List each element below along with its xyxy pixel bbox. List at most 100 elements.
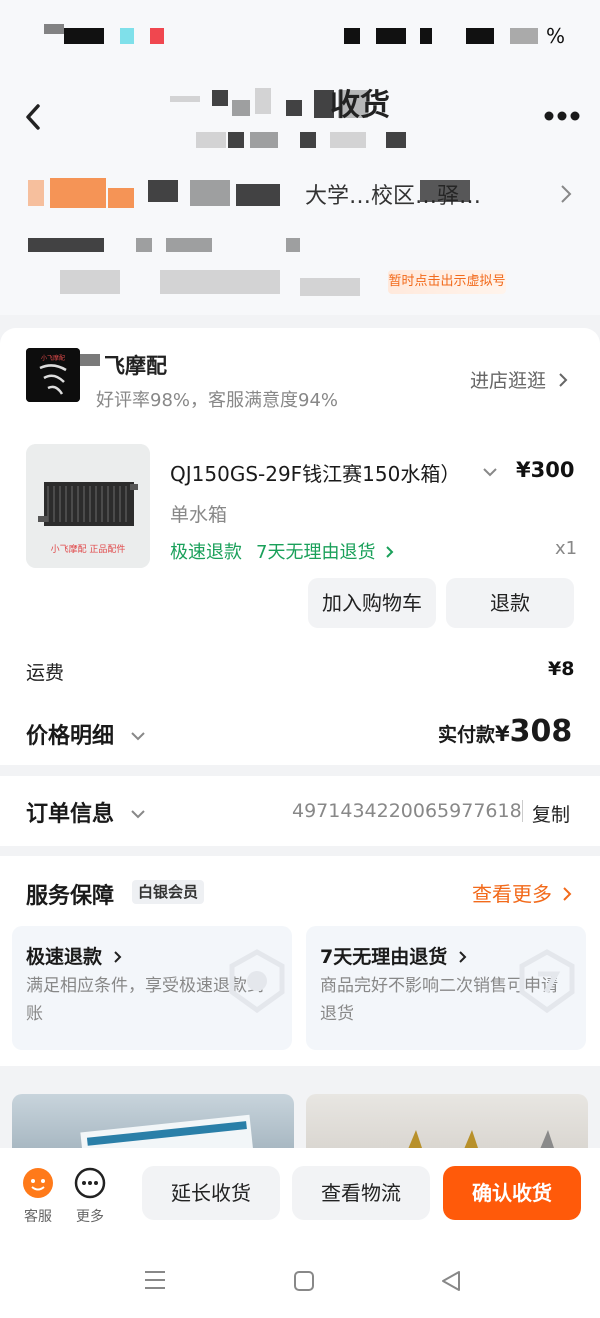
contact-redacted: [160, 270, 280, 294]
service-item-title-text: 极速退款: [26, 946, 103, 968]
member-badge: 白银会员: [132, 880, 205, 904]
address-redacted: [148, 180, 178, 202]
contact-redacted: [60, 270, 120, 294]
product-image-caption: 小飞摩配 正品配件: [51, 543, 126, 555]
status-bar: %: [0, 0, 600, 70]
seven-day-return-tag[interactable]: 7天无理由退货: [256, 538, 394, 564]
view-logistics-button[interactable]: 查看物流: [292, 1166, 430, 1220]
back-arrow-icon[interactable]: [20, 100, 48, 134]
divider: [522, 800, 523, 822]
paid-value: 308: [509, 714, 573, 749]
title-redacted: [255, 88, 271, 114]
customer-service-button[interactable]: 客服: [13, 1166, 63, 1226]
confirm-receipt-button[interactable]: 确认收货: [443, 1166, 581, 1220]
paid-currency: ¥: [495, 722, 510, 746]
seven-day-return-label: 7天无理由退货: [256, 542, 376, 563]
chevron-right-icon[interactable]: [560, 184, 572, 204]
title-redacted: [232, 100, 250, 116]
price-detail-toggle[interactable]: 价格明细: [26, 718, 146, 750]
shop-name[interactable]: 飞摩配: [104, 350, 167, 380]
order-info-label: 订单信息: [26, 802, 115, 827]
address-redacted: [28, 180, 44, 206]
subtitle-redacted: [228, 132, 244, 148]
subtitle-redacted: [250, 132, 278, 148]
product-title[interactable]: QJ150GS-29F钱江赛150水箱）: [170, 458, 480, 487]
product-price: ¥300: [516, 458, 575, 482]
bottom-action-bar: 客服 更多 延长收货 查看物流 确认收货: [0, 1148, 600, 1240]
status-redacted: [344, 28, 360, 44]
product-quantity: x1: [555, 538, 578, 559]
fast-refund-tag: 极速退款: [170, 542, 242, 563]
chevron-right-icon: [386, 546, 394, 558]
service-item-title-text: 7天无理由退货: [320, 946, 448, 968]
status-redacted: [466, 28, 494, 44]
contact-redacted: [300, 278, 360, 296]
status-redacted: [420, 28, 432, 44]
enter-shop-label: 进店逛逛: [470, 370, 547, 392]
radiator-image: 小飞摩配 正品配件: [26, 444, 150, 568]
refund-button[interactable]: 退款: [446, 578, 574, 628]
shop-name-redacted: [80, 354, 100, 366]
customer-service-icon: [23, 1168, 53, 1198]
address-redacted: [190, 180, 230, 206]
service-seven-day-return[interactable]: 7天无理由退货 商品完好不影响二次销售可申请退货: [306, 926, 586, 1050]
status-redacted: [44, 24, 64, 34]
contact-redacted: [136, 238, 152, 252]
title-redacted: [170, 96, 200, 102]
contact-redacted: [28, 238, 104, 252]
header: 收货 大学…校区…驿… 暂时点击出示虚拟号: [0, 70, 600, 315]
service-fast-refund[interactable]: 极速退款 满足相应条件，享受极速退款到账: [12, 926, 292, 1050]
customer-service-label: 客服: [24, 1209, 52, 1225]
see-more-link[interactable]: 查看更多: [472, 878, 572, 907]
shipping-label: 运费: [26, 662, 65, 684]
shipping-value: ¥8: [548, 658, 575, 680]
chevron-down-icon: [130, 732, 145, 741]
more-options-icon[interactable]: [542, 104, 582, 128]
product-image[interactable]: 小飞摩配 正品配件: [26, 444, 150, 568]
status-redacted: [120, 28, 134, 44]
chevron-right-icon: [559, 373, 568, 387]
address-redacted: [108, 188, 134, 208]
subtitle-redacted: [386, 132, 406, 148]
enter-shop-link[interactable]: 进店逛逛: [470, 366, 568, 393]
home-icon[interactable]: [293, 1270, 315, 1292]
back-icon[interactable]: [440, 1270, 462, 1292]
product-spec: 单水箱: [170, 504, 228, 526]
contact-redacted: [166, 238, 212, 252]
chevron-down-icon[interactable]: [482, 466, 498, 478]
more-button[interactable]: 更多: [65, 1166, 115, 1226]
subtitle-redacted: [196, 132, 226, 148]
status-redacted: [510, 28, 538, 44]
title-redacted: [286, 100, 302, 116]
page-title: 收货: [330, 88, 390, 123]
subtitle-redacted: [300, 132, 316, 148]
add-to-cart-button[interactable]: 加入购物车: [308, 578, 436, 628]
address-redacted: [50, 178, 106, 208]
paid-amount: 实付款¥308: [438, 714, 572, 749]
status-redacted: [376, 28, 406, 44]
shop-logo-image: 小飞摩配: [26, 348, 80, 402]
logo-caption: 小飞摩配: [41, 354, 65, 362]
shop-logo[interactable]: 小飞摩配: [26, 348, 80, 402]
contact-redacted: [286, 238, 300, 252]
see-more-label: 查看更多: [472, 882, 552, 906]
order-info-toggle[interactable]: 订单信息: [26, 796, 146, 828]
extend-receipt-button[interactable]: 延长收货: [142, 1166, 280, 1220]
status-redacted: [64, 28, 104, 44]
copy-button[interactable]: 复制: [532, 800, 570, 827]
subtitle-redacted: [330, 132, 366, 148]
battery-percent: %: [546, 24, 566, 48]
address-redacted: [236, 184, 280, 206]
system-nav-bar: [0, 1240, 600, 1318]
status-redacted: [150, 28, 164, 44]
chevron-down-icon: [130, 810, 145, 819]
chevron-right-icon: [563, 887, 572, 901]
title-redacted: [212, 90, 228, 106]
service-item-title: 极速退款: [26, 942, 122, 969]
order-item-card: 小飞摩配 飞摩配 好评率98%，客服满意度94% 进店逛逛 小飞摩配 正品配件: [0, 328, 600, 765]
virtual-number-badge[interactable]: 暂时点击出示虚拟号: [388, 270, 506, 294]
order-number: 4971434220065977618: [292, 800, 522, 822]
address-redacted: [420, 180, 470, 202]
service-guarantee-card: 服务保障 白银会员 查看更多 极速退款 满足相应条件，享受极速退款到账 7天无理…: [0, 856, 600, 1066]
menu-icon[interactable]: [144, 1270, 166, 1290]
